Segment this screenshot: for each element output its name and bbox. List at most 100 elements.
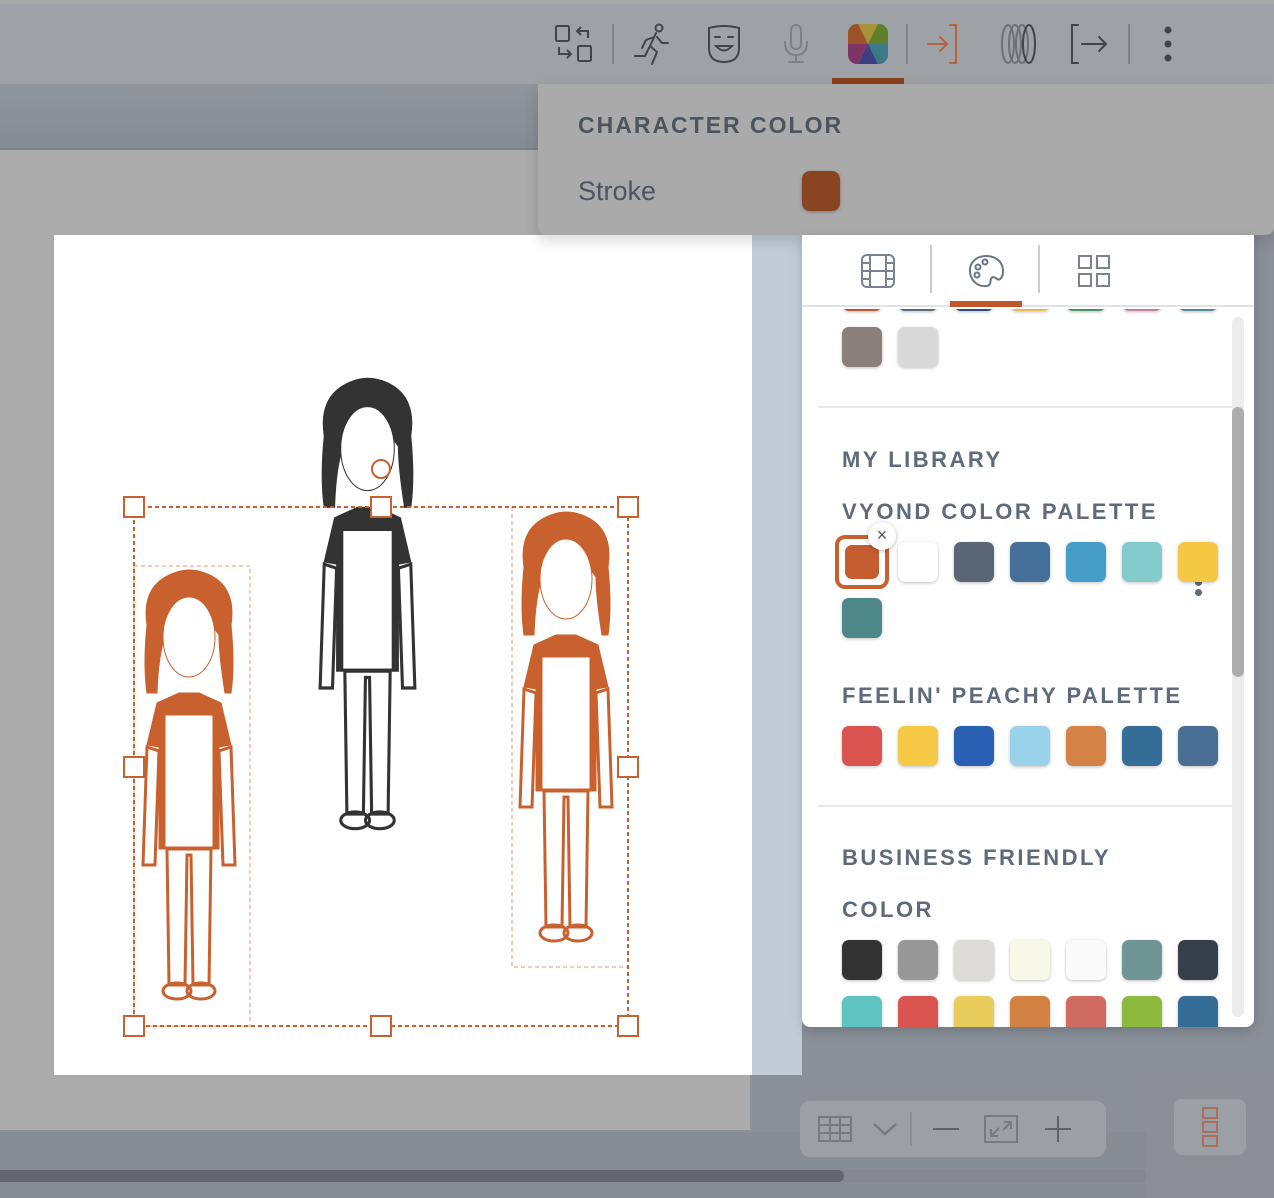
color-swatch[interactable] xyxy=(1010,309,1050,311)
timeline-header xyxy=(0,84,540,150)
resize-handle-bottom-right[interactable] xyxy=(617,1015,639,1037)
business-color-swatch[interactable] xyxy=(1010,940,1050,980)
expression-button[interactable] xyxy=(688,4,760,84)
zoom-in-button[interactable] xyxy=(1032,1101,1084,1157)
vyond-color-swatch[interactable] xyxy=(1178,542,1218,582)
vyond-color-swatch[interactable] xyxy=(1066,542,1106,582)
color-swatch[interactable] xyxy=(1122,309,1162,311)
business-color-swatch[interactable] xyxy=(898,940,938,980)
peachy-color-swatch[interactable] xyxy=(954,726,994,766)
recent-color-swatch[interactable] xyxy=(842,327,882,367)
layers-icon xyxy=(1202,1107,1218,1147)
swap-button[interactable] xyxy=(538,4,610,84)
vyond-color-swatch[interactable] xyxy=(898,542,938,582)
scene-canvas[interactable] xyxy=(54,235,752,1075)
recent-color-swatch[interactable] xyxy=(898,327,938,367)
peachy-color-swatch[interactable] xyxy=(1066,726,1106,766)
character-color-popover: CHARACTER COLOR Stroke xyxy=(538,84,1274,235)
palette-icon xyxy=(968,254,1005,288)
resize-handle-top[interactable] xyxy=(370,496,392,518)
grid-icon xyxy=(1078,255,1110,287)
vyond-color-swatch[interactable] xyxy=(1010,542,1050,582)
vertical-scrollbar-thumb[interactable] xyxy=(1232,407,1244,677)
motion-path-icon xyxy=(1001,24,1036,64)
more-options-button[interactable] xyxy=(1132,4,1204,84)
peachy-color-swatch[interactable] xyxy=(1178,726,1218,766)
tab-grid[interactable] xyxy=(1040,235,1148,307)
grid-dropdown-button[interactable] xyxy=(870,1101,900,1157)
character-orange-right[interactable] xyxy=(518,510,614,943)
zoom-out-button[interactable] xyxy=(922,1101,970,1157)
business-color-swatch[interactable] xyxy=(1066,996,1106,1027)
vyond-color-swatch[interactable] xyxy=(1122,542,1162,582)
more-vertical-icon xyxy=(1164,26,1172,62)
business-color-swatch[interactable] xyxy=(1122,940,1162,980)
character-toolbar xyxy=(538,4,1204,84)
business-color-swatch[interactable] xyxy=(954,996,994,1027)
resize-handle-top-right[interactable] xyxy=(617,496,639,518)
vyond-palette-title: VYOND COLOR PALETTE xyxy=(842,499,1158,524)
resize-handle-bottom-left[interactable] xyxy=(123,1015,145,1037)
peachy-color-swatch[interactable] xyxy=(898,726,938,766)
business-color-swatch[interactable] xyxy=(898,996,938,1027)
stroke-color-swatch[interactable] xyxy=(802,171,840,211)
swap-icon xyxy=(555,25,592,62)
business-color-swatch[interactable] xyxy=(842,996,882,1027)
face-mask-icon xyxy=(708,25,740,64)
resize-handle-right[interactable] xyxy=(617,756,639,778)
business-palette-title-line2: COLOR xyxy=(842,897,934,922)
color-button[interactable] xyxy=(832,4,904,84)
peachy-color-swatch[interactable] xyxy=(1010,726,1050,766)
film-strip-icon xyxy=(861,254,895,288)
business-color-swatch[interactable] xyxy=(1178,940,1218,980)
color-swatch[interactable] xyxy=(898,309,938,311)
enter-effect-button[interactable] xyxy=(910,4,982,84)
layers-button[interactable] xyxy=(1174,1099,1246,1155)
tab-frames[interactable] xyxy=(824,235,932,307)
color-swatch[interactable] xyxy=(842,309,882,311)
color-wheel-icon xyxy=(848,24,888,64)
grid-icon xyxy=(818,1116,852,1142)
fit-screen-icon xyxy=(984,1115,1018,1143)
tab-palette[interactable] xyxy=(932,235,1040,307)
tab-active-indicator xyxy=(950,301,1022,307)
motion-button[interactable] xyxy=(982,4,1054,84)
remove-color-button[interactable]: × xyxy=(868,522,896,550)
dot xyxy=(1194,589,1202,596)
peachy-color-swatch[interactable] xyxy=(1122,726,1162,766)
vyond-color-swatch[interactable] xyxy=(954,542,994,582)
business-color-swatch[interactable] xyxy=(1066,940,1106,980)
peachy-color-swatch[interactable] xyxy=(842,726,882,766)
minus-icon xyxy=(933,1128,959,1130)
business-color-swatch[interactable] xyxy=(1122,996,1162,1027)
business-color-swatch[interactable] xyxy=(842,940,882,980)
palette-list[interactable]: MY LIBRARY VYOND COLOR PALETTE FEELIN' P… xyxy=(802,309,1254,1027)
vyond-color-swatch[interactable] xyxy=(842,598,882,638)
exit-effect-button[interactable] xyxy=(1054,4,1126,84)
color-swatch[interactable] xyxy=(954,309,994,311)
grid-toggle-button[interactable] xyxy=(800,1101,870,1157)
business-color-swatch[interactable] xyxy=(1178,996,1218,1027)
zoom-divider xyxy=(910,1112,912,1146)
color-picker-panel: MY LIBRARY VYOND COLOR PALETTE FEELIN' P… xyxy=(802,235,1254,1027)
resize-handle-top-left[interactable] xyxy=(123,496,145,518)
horizontal-scrollbar-thumb[interactable] xyxy=(0,1170,844,1182)
voice-button[interactable] xyxy=(760,4,832,84)
business-color-swatch[interactable] xyxy=(1010,996,1050,1027)
character-orange-left[interactable] xyxy=(141,568,237,1001)
color-panel-tabs xyxy=(802,235,1254,307)
resize-handle-left[interactable] xyxy=(123,756,145,778)
color-swatch[interactable] xyxy=(1066,309,1106,311)
character-color-title: CHARACTER COLOR xyxy=(578,112,844,138)
character-black[interactable] xyxy=(318,376,417,831)
resize-handle-bottom[interactable] xyxy=(370,1015,392,1037)
action-button[interactable] xyxy=(616,4,688,84)
stage-edge xyxy=(752,235,802,1075)
my-library-title: MY LIBRARY xyxy=(842,447,1003,472)
fit-to-screen-button[interactable] xyxy=(970,1101,1032,1157)
microphone-icon xyxy=(784,24,808,63)
peachy-palette-title: FEELIN' PEACHY PALETTE xyxy=(842,683,1183,708)
toolbar-divider xyxy=(1128,24,1130,64)
business-color-swatch[interactable] xyxy=(954,940,994,980)
color-swatch[interactable] xyxy=(1178,309,1218,311)
